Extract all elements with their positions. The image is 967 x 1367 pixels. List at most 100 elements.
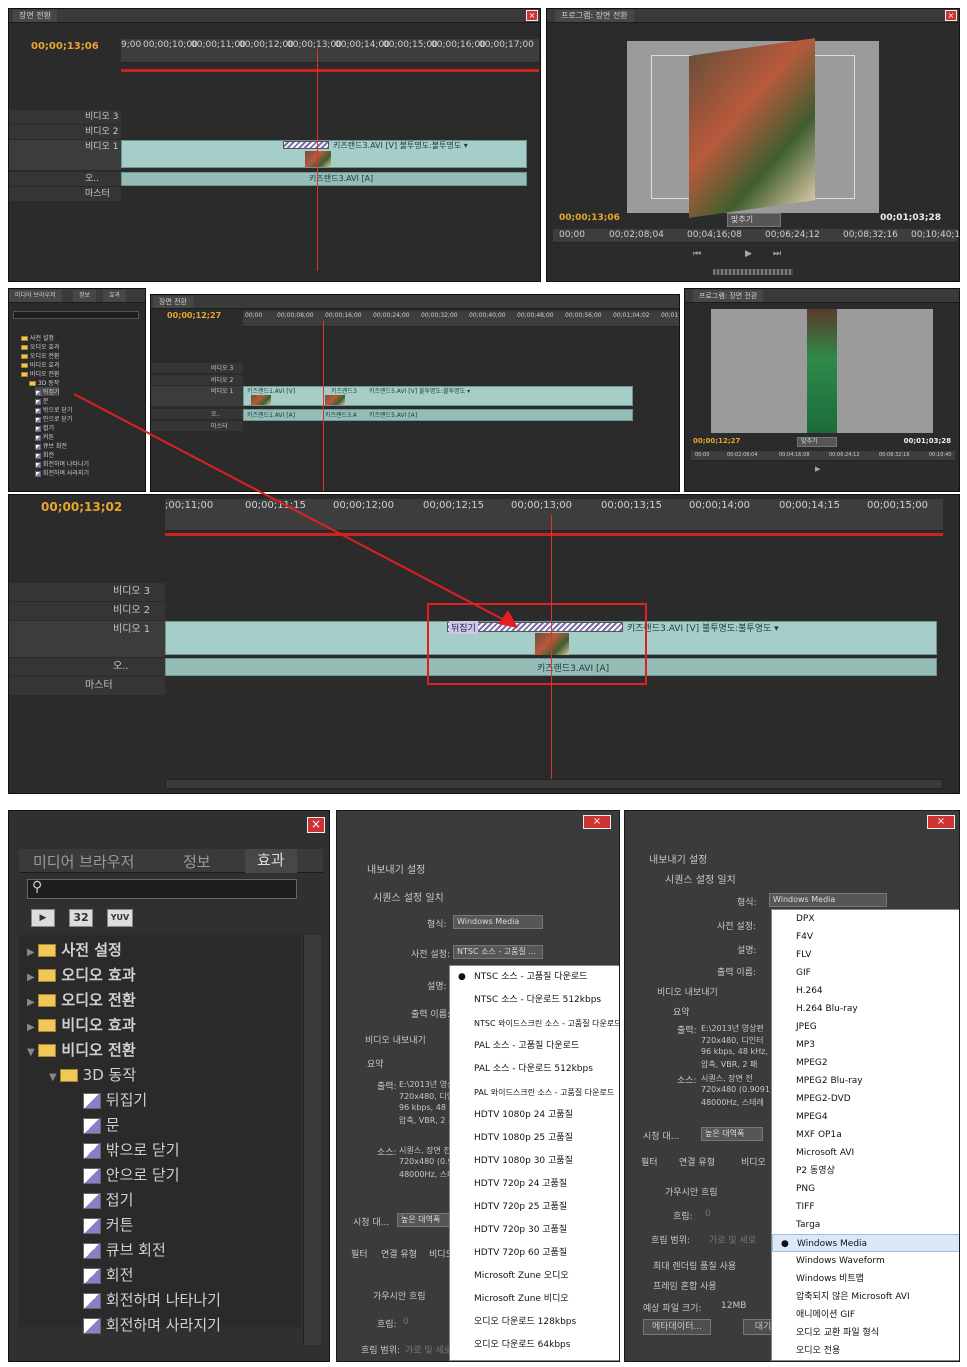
section-export-settings[interactable]: 내보내기 설정	[367, 861, 425, 876]
tab-connection[interactable]: 연결 유형	[679, 1155, 715, 1168]
menu-item-selected[interactable]: ● Windows Media	[772, 1234, 959, 1252]
tab-filter[interactable]: 필터	[351, 1247, 368, 1260]
menu-item[interactable]: MPEG2	[772, 1054, 959, 1072]
menu-item[interactable]: Windows Waveform	[772, 1252, 959, 1270]
folder-icon	[38, 1044, 57, 1057]
menu-item[interactable]: FLV	[772, 946, 959, 964]
menu-item[interactable]: HDTV 720p 30 고품질	[450, 1219, 619, 1242]
effect-item[interactable]: 회전하며 나타나기	[83, 1289, 221, 1310]
menu-item-selected[interactable]: ● NTSC 소스 - 고품질 다운로드	[450, 966, 619, 989]
menu-item[interactable]: NTSC 와이드스크린 소스 - 고품질 다운로드	[450, 1012, 619, 1035]
blur-range-value[interactable]: 가로 및 세로	[405, 1343, 452, 1356]
search-input[interactable]: ⚲	[27, 879, 297, 899]
tab-filter[interactable]: 필터	[641, 1155, 658, 1168]
menu-item[interactable]: HDTV 1080p 25 고품질	[450, 1127, 619, 1150]
preset-dropdown[interactable]: NTSC 소스 - 고품질 ...	[453, 945, 543, 959]
menu-item[interactable]: 오디오 교환 파일 형식	[772, 1324, 959, 1342]
tab-effects[interactable]: 효과	[245, 849, 297, 873]
menu-item[interactable]: PAL 와이드스크린 소스 - 고품질 다운로드	[450, 1081, 619, 1104]
tab-video[interactable]: 비디오	[741, 1155, 766, 1168]
tree-scrollbar[interactable]	[303, 935, 321, 1345]
menu-item[interactable]: HDTV 1080p 24 고품질	[450, 1104, 619, 1127]
effect-item[interactable]: 뒤집기	[83, 1089, 147, 1110]
accelerated-effects-icon[interactable]: ▶	[31, 909, 55, 927]
tree-folder-audio-transitions[interactable]: ▶ 오디오 전환	[27, 989, 136, 1010]
menu-item[interactable]: TIFF	[772, 1198, 959, 1216]
menu-item[interactable]: Windows 비트맵	[772, 1270, 959, 1288]
gaussian-blur-section[interactable]: 가우시안 흐림	[665, 1185, 718, 1198]
menu-item[interactable]: HDTV 720p 60 고품질	[450, 1242, 619, 1265]
export-video-checkbox[interactable]: 비디오 내보내기	[657, 985, 718, 998]
menu-item[interactable]: PAL 소스 - 다운로드 512kbps	[450, 1058, 619, 1081]
tab-info[interactable]: 정보	[183, 851, 211, 872]
menu-item[interactable]: MXF OP1a	[772, 1126, 959, 1144]
metadata-button[interactable]: 메타데이터...	[643, 1319, 711, 1335]
effect-item[interactable]: 안으로 닫기	[83, 1164, 180, 1185]
effect-item[interactable]: 회전	[83, 1264, 133, 1285]
tab-connection[interactable]: 연결 유형	[381, 1247, 417, 1260]
match-sequence-checkbox[interactable]: 시퀀스 설정 일치	[665, 871, 736, 886]
menu-item[interactable]: 오디오 전용	[772, 1342, 959, 1360]
menu-item[interactable]: 오디오 다운로드 128kbps	[450, 1311, 619, 1334]
frame-blend-checkbox[interactable]: 프레임 혼합 사용	[653, 1279, 717, 1292]
blur-range-value[interactable]: 가로 및 세로	[709, 1233, 756, 1246]
close-icon[interactable]: ×	[307, 817, 325, 833]
menu-item[interactable]: MPEG2-DVD	[772, 1090, 959, 1108]
format-dropdown[interactable]: Windows Media	[769, 893, 887, 907]
close-icon[interactable]: ×	[927, 815, 955, 829]
menu-item[interactable]: HDTV 720p 25 고품질	[450, 1196, 619, 1219]
menu-item[interactable]: DPX	[772, 910, 959, 928]
menu-item[interactable]: Microsoft Zune 오디오	[450, 1265, 619, 1288]
summary-section[interactable]: 요약	[673, 1005, 690, 1018]
effect-item[interactable]: 큐브 회전	[83, 1239, 166, 1260]
view-dropdown[interactable]: 높은 대역폭	[701, 1127, 763, 1141]
tree-folder-video-effects[interactable]: ▶ 비디오 효과	[27, 1014, 136, 1035]
effect-item[interactable]: 커튼	[83, 1214, 133, 1235]
folder-icon	[38, 994, 57, 1007]
menu-item[interactable]: MP3	[772, 1036, 959, 1054]
tree-subfolder-3d[interactable]: ▼ 3D 동작	[49, 1064, 136, 1085]
effect-icon	[83, 1242, 101, 1259]
match-sequence-checkbox[interactable]: 시퀀스 설정 일치	[373, 889, 444, 904]
menu-item[interactable]: P2 동영상	[772, 1162, 959, 1180]
menu-item[interactable]: HDTV 720p 24 고품질	[450, 1173, 619, 1196]
tree-folder-presets[interactable]: ▶ 사전 설정	[27, 939, 122, 960]
menu-item[interactable]: 압축되지 않은 Microsoft AVI	[772, 1288, 959, 1306]
export-video-checkbox[interactable]: 비디오 내보내기	[365, 1033, 426, 1046]
tree-folder-audio-effects[interactable]: ▶ 오디오 효과	[27, 964, 136, 985]
effect-item[interactable]: 접기	[83, 1189, 133, 1210]
menu-item[interactable]: Microsoft Zune 비디오	[450, 1288, 619, 1311]
menu-item[interactable]: GIF	[772, 964, 959, 982]
bullet-icon: ●	[458, 972, 466, 982]
menu-item[interactable]: NTSC 소스 - 다운로드 512kbps	[450, 989, 619, 1012]
yuv-badge[interactable]: YUV	[107, 909, 133, 927]
menu-item[interactable]: MPEG4	[772, 1108, 959, 1126]
menu-item[interactable]: PNG	[772, 1180, 959, 1198]
blur-value[interactable]: 0	[705, 1209, 711, 1219]
effect-icon	[83, 1142, 101, 1159]
section-export-settings[interactable]: 내보내기 설정	[649, 851, 707, 866]
max-render-checkbox[interactable]: 최대 렌더링 품질 사용	[653, 1259, 736, 1272]
menu-item[interactable]: HDTV 1080p 30 고품질	[450, 1150, 619, 1173]
menu-item[interactable]: H.264	[772, 982, 959, 1000]
menu-item[interactable]: Microsoft AVI	[772, 1144, 959, 1162]
menu-item[interactable]: 오디오 다운로드 64kbps	[450, 1334, 619, 1357]
effect-item[interactable]: 문	[83, 1114, 120, 1135]
gaussian-blur-section[interactable]: 가우시안 흐림	[373, 1289, 426, 1302]
blur-value[interactable]: 0	[403, 1317, 409, 1327]
menu-item[interactable]: PAL 소스 - 고품질 다운로드	[450, 1035, 619, 1058]
menu-item[interactable]: H.264 Blu-ray	[772, 1000, 959, 1018]
effect-item[interactable]: 밖으로 닫기	[83, 1139, 180, 1160]
menu-item[interactable]: Targa	[772, 1216, 959, 1234]
menu-item[interactable]: JPEG	[772, 1018, 959, 1036]
menu-item[interactable]: 애니메이션 GIF	[772, 1306, 959, 1324]
format-dropdown[interactable]: Windows Media	[453, 915, 543, 929]
menu-item[interactable]: MPEG2 Blu-ray	[772, 1072, 959, 1090]
menu-item[interactable]: F4V	[772, 928, 959, 946]
tree-folder-video-transitions[interactable]: ▼ 비디오 전환	[27, 1039, 136, 1060]
32bit-badge[interactable]: 32	[69, 909, 93, 927]
effect-item[interactable]: 회전하며 사라지기	[83, 1314, 221, 1335]
tab-media-browser[interactable]: 미디어 브라우저	[33, 851, 134, 872]
summary-section[interactable]: 요약	[367, 1057, 384, 1070]
close-icon[interactable]: ×	[583, 815, 611, 829]
